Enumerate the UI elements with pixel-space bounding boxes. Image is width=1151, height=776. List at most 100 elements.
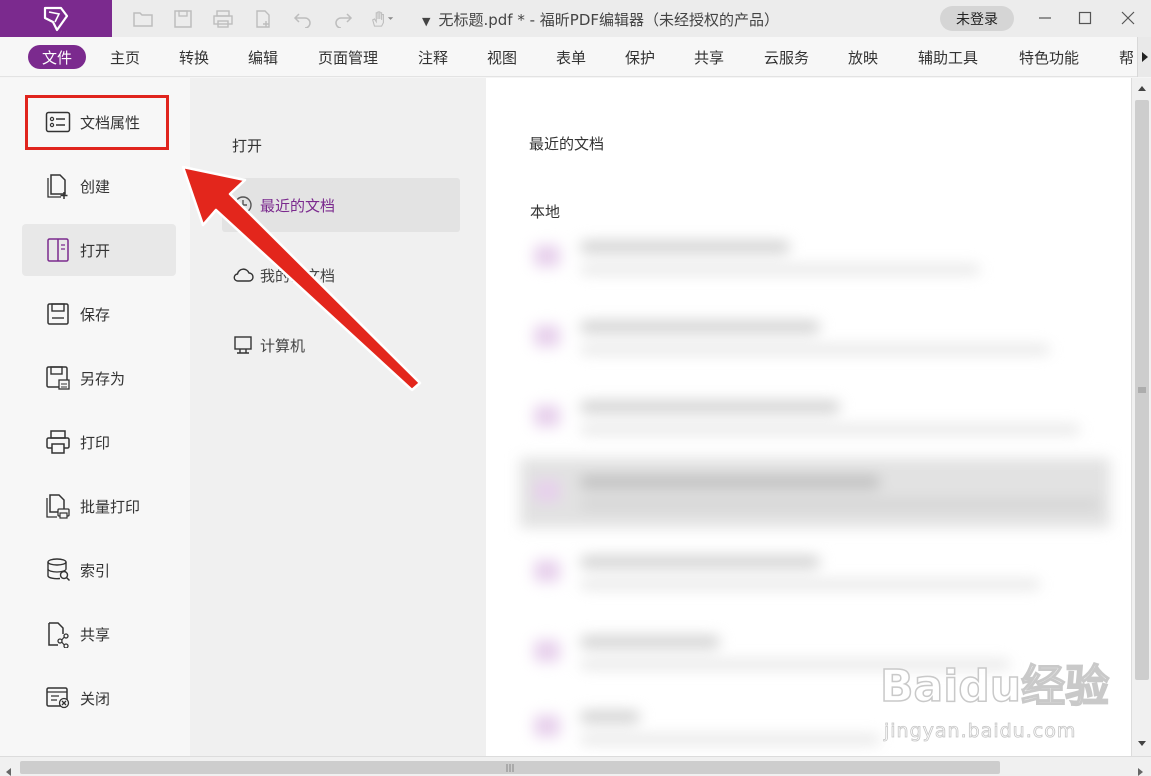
open-option-label: 最近的文档 (260, 196, 336, 215)
app-window: ▼ 无标题.pdf * - 福昕PDF编辑器（未经授权的产品） 未登录 文件 主页… (0, 0, 1151, 776)
minimize-icon[interactable] (1032, 5, 1058, 31)
window-title: ▼ 无标题.pdf * - 福昕PDF编辑器（未经授权的产品） (422, 11, 780, 29)
foxit-logo-icon (43, 6, 69, 31)
file-name-redacted (580, 556, 820, 568)
watermark-main-text: Baidu经验 (879, 660, 1110, 713)
app-logo[interactable] (0, 0, 112, 37)
scroll-up-icon[interactable] (1136, 82, 1148, 94)
pdf-file-icon (534, 245, 560, 267)
scroll-down-icon[interactable] (1136, 738, 1148, 750)
menu-item-slideshow[interactable]: 放映 (848, 45, 878, 69)
scroll-left-icon[interactable] (4, 762, 12, 776)
panel-title: 打开 (232, 137, 263, 155)
vertical-scroll-thumb[interactable] (1135, 100, 1149, 680)
file-name-redacted (580, 241, 790, 253)
save-icon[interactable] (170, 8, 195, 30)
nav-item-label: 索引 (80, 561, 111, 580)
nav-item-open[interactable]: 打开 (22, 224, 176, 276)
open-icon (44, 236, 72, 264)
menu-item-cloud-service[interactable]: 云服务 (764, 45, 809, 69)
maximize-icon[interactable] (1072, 5, 1098, 31)
file-path-redacted (580, 425, 1080, 434)
file-path-redacted (580, 345, 1050, 354)
nav-item-print[interactable]: 打印 (22, 416, 176, 468)
title-bar: ▼ 无标题.pdf * - 福昕PDF编辑器（未经授权的产品） 未登录 (0, 0, 1151, 37)
title-dropdown-icon[interactable]: ▼ (422, 15, 430, 28)
watermark-url-text: jingyan.baidu.com (884, 720, 1077, 743)
menu-item-accessibility-tools[interactable]: 辅助工具 (918, 45, 978, 69)
scroll-right-icon[interactable] (1137, 762, 1145, 776)
nav-item-create[interactable]: 创建 (22, 160, 176, 212)
recent-documents-title: 最近的文档 (529, 135, 605, 153)
nav-item-share[interactable]: 共享 (22, 608, 176, 660)
list-item[interactable] (520, 303, 1110, 373)
index-icon (44, 556, 72, 584)
open-folder-icon[interactable] (130, 8, 155, 30)
vertical-scrollbar[interactable] (1131, 78, 1151, 756)
file-name-redacted (580, 476, 880, 488)
menu-item-share[interactable]: 共享 (694, 45, 724, 69)
cloud-icon (232, 264, 254, 286)
list-item[interactable] (520, 458, 1110, 528)
open-option-label: 我的云文档 (260, 266, 336, 285)
menu-item-featured[interactable]: 特色功能 (1019, 45, 1079, 69)
horizontal-scroll-thumb[interactable] (20, 761, 1000, 774)
menu-item-edit[interactable]: 编辑 (248, 45, 278, 69)
menu-scroll-right-icon[interactable] (1137, 37, 1151, 77)
login-button[interactable]: 未登录 (940, 6, 1014, 31)
file-name-redacted (580, 636, 720, 648)
open-option-my-cloud[interactable]: 我的云文档 (222, 248, 460, 302)
hand-tool-icon[interactable] (370, 8, 395, 30)
file-path-redacted (580, 265, 980, 274)
list-item[interactable] (520, 538, 1110, 608)
pdf-file-icon (534, 715, 560, 737)
create-icon (44, 172, 72, 200)
nav-item-label: 关闭 (80, 689, 111, 708)
menu-item-home[interactable]: 主页 (110, 45, 140, 69)
print-icon (44, 428, 72, 456)
menu-item-file[interactable]: 文件 (28, 45, 87, 69)
file-path-redacted (580, 500, 1100, 509)
pdf-file-icon (534, 480, 560, 502)
menu-item-view[interactable]: 视图 (487, 45, 517, 69)
menu-item-comment[interactable]: 注释 (418, 45, 448, 69)
list-item[interactable] (520, 383, 1110, 453)
local-section-label: 本地 (530, 203, 561, 221)
file-backstage-nav: 文档属性 创建 打开 保存 另存为 打印 批量打印 索引 共享 关闭 (0, 78, 190, 756)
redo-icon[interactable] (330, 8, 355, 30)
save-as-icon (44, 364, 72, 392)
save-icon (44, 300, 72, 328)
nav-item-batch-print[interactable]: 批量打印 (22, 480, 176, 532)
grip-icon (506, 763, 514, 772)
close-window-icon[interactable] (1115, 5, 1141, 31)
new-file-icon[interactable] (250, 8, 275, 30)
menu-item-convert[interactable]: 转换 (179, 45, 209, 69)
batch-print-icon (44, 492, 72, 520)
list-item[interactable] (520, 223, 1110, 293)
file-path-redacted (580, 580, 1040, 589)
nav-item-close[interactable]: 关闭 (22, 672, 176, 724)
open-option-recent[interactable]: 最近的文档 (222, 178, 460, 232)
pdf-file-icon (534, 640, 560, 662)
nav-item-label: 保存 (80, 305, 111, 324)
nav-item-save[interactable]: 保存 (22, 288, 176, 340)
pdf-file-icon (534, 405, 560, 427)
share-icon (44, 620, 72, 648)
menu-item-form[interactable]: 表单 (556, 45, 586, 69)
quick-access-toolbar (130, 8, 395, 30)
close-file-icon (44, 684, 72, 712)
menu-item-page-management[interactable]: 页面管理 (318, 45, 378, 69)
undo-icon[interactable] (290, 8, 315, 30)
nav-item-label: 创建 (80, 177, 111, 196)
print-icon[interactable] (210, 8, 235, 30)
menu-item-protect[interactable]: 保护 (625, 45, 655, 69)
open-options-panel: 打开 最近的文档 我的云文档 计算机 (190, 78, 486, 756)
nav-item-label: 批量打印 (80, 497, 141, 516)
grip-icon (1138, 387, 1146, 393)
nav-item-index[interactable]: 索引 (22, 544, 176, 596)
nav-item-label: 打开 (80, 241, 111, 260)
file-name-redacted (580, 401, 840, 413)
nav-item-save-as[interactable]: 另存为 (22, 352, 176, 404)
menu-item-help[interactable]: 帮 (1119, 45, 1134, 69)
open-option-computer[interactable]: 计算机 (222, 318, 460, 372)
